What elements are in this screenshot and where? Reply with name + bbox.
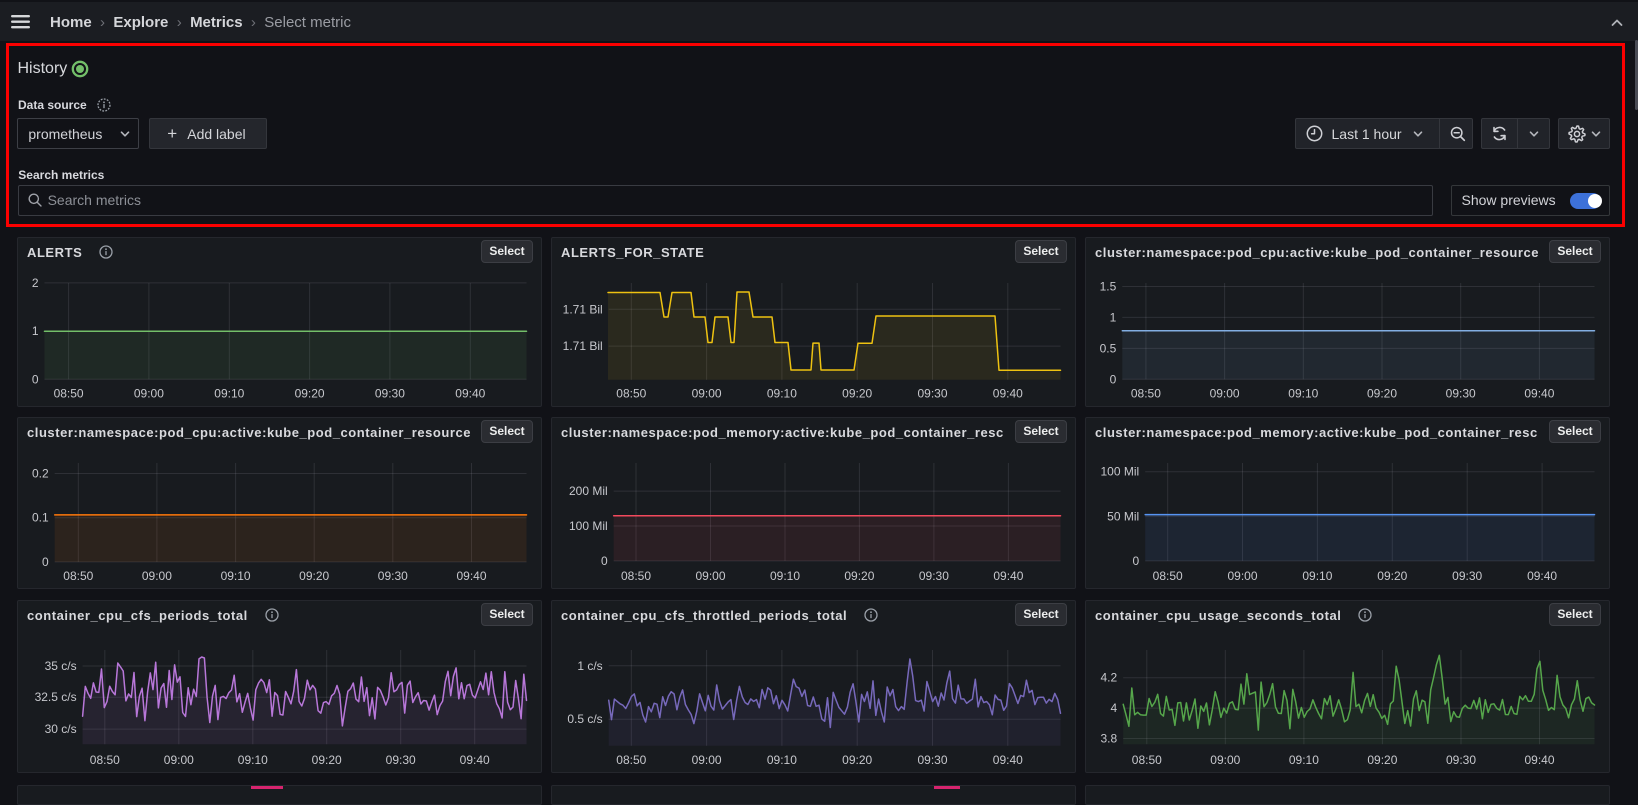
svg-text:09:20: 09:20: [295, 386, 325, 400]
svg-text:0: 0: [42, 554, 49, 568]
svg-text:09:00: 09:00: [1227, 569, 1257, 583]
svg-text:09:20: 09:20: [299, 569, 329, 583]
svg-text:09:10: 09:10: [1302, 569, 1332, 583]
svg-text:09:30: 09:30: [375, 386, 405, 400]
svg-text:09:10: 09:10: [1288, 386, 1318, 400]
svg-text:32.5 c/s: 32.5 c/s: [35, 690, 77, 704]
svg-text:4.2: 4.2: [1101, 670, 1118, 684]
svg-text:08:50: 08:50: [54, 386, 84, 400]
svg-text:09:10: 09:10: [767, 386, 797, 400]
svg-text:09:00: 09:00: [142, 569, 172, 583]
svg-text:09:30: 09:30: [386, 753, 416, 767]
svg-text:1: 1: [1110, 310, 1117, 324]
svg-text:1.71 Bil: 1.71 Bil: [563, 339, 603, 353]
svg-text:09:40: 09:40: [1524, 753, 1554, 767]
svg-text:09:30: 09:30: [1446, 753, 1476, 767]
svg-text:35 c/s: 35 c/s: [45, 659, 77, 673]
svg-text:09:20: 09:20: [1367, 386, 1397, 400]
svg-text:09:10: 09:10: [767, 753, 797, 767]
svg-text:30 c/s: 30 c/s: [45, 722, 77, 736]
svg-text:09:20: 09:20: [1367, 753, 1397, 767]
svg-text:09:30: 09:30: [1452, 569, 1482, 583]
svg-text:09:20: 09:20: [312, 753, 342, 767]
svg-text:1.71 Bil: 1.71 Bil: [563, 302, 603, 316]
svg-text:09:30: 09:30: [1446, 386, 1476, 400]
svg-text:09:10: 09:10: [221, 569, 251, 583]
svg-text:09:40: 09:40: [993, 386, 1023, 400]
svg-text:09:00: 09:00: [692, 386, 722, 400]
svg-text:100 Mil: 100 Mil: [1101, 464, 1140, 478]
svg-text:3.8: 3.8: [1101, 731, 1118, 745]
svg-text:4: 4: [1111, 701, 1118, 715]
svg-text:100 Mil: 100 Mil: [569, 519, 608, 533]
svg-text:09:10: 09:10: [238, 753, 268, 767]
svg-text:0.1: 0.1: [32, 510, 49, 524]
svg-text:0: 0: [32, 372, 39, 386]
svg-text:09:40: 09:40: [455, 386, 485, 400]
svg-text:08:50: 08:50: [1153, 569, 1183, 583]
svg-text:09:10: 09:10: [1289, 753, 1319, 767]
svg-text:08:50: 08:50: [616, 753, 646, 767]
svg-text:09:20: 09:20: [1377, 569, 1407, 583]
svg-text:09:00: 09:00: [1210, 753, 1240, 767]
svg-text:09:40: 09:40: [1524, 386, 1554, 400]
svg-text:08:50: 08:50: [616, 386, 646, 400]
svg-text:08:50: 08:50: [621, 569, 651, 583]
svg-text:09:40: 09:40: [460, 753, 490, 767]
svg-text:09:10: 09:10: [214, 386, 244, 400]
svg-text:1: 1: [32, 324, 39, 338]
svg-text:50 Mil: 50 Mil: [1107, 509, 1139, 523]
svg-text:09:00: 09:00: [695, 569, 725, 583]
svg-text:09:40: 09:40: [456, 569, 486, 583]
svg-text:09:20: 09:20: [844, 569, 874, 583]
svg-text:0.5: 0.5: [1100, 341, 1117, 355]
svg-text:09:00: 09:00: [692, 753, 722, 767]
svg-text:09:40: 09:40: [1527, 569, 1557, 583]
svg-text:09:30: 09:30: [919, 569, 949, 583]
svg-text:09:20: 09:20: [842, 753, 872, 767]
svg-text:0.2: 0.2: [32, 466, 49, 480]
svg-text:0.5 c/s: 0.5 c/s: [567, 712, 602, 726]
svg-text:09:40: 09:40: [993, 753, 1023, 767]
svg-text:2: 2: [32, 275, 39, 289]
svg-text:09:30: 09:30: [917, 753, 947, 767]
svg-text:08:50: 08:50: [90, 753, 120, 767]
svg-text:09:30: 09:30: [917, 386, 947, 400]
svg-text:09:00: 09:00: [164, 753, 194, 767]
svg-text:0: 0: [1133, 553, 1140, 567]
svg-text:200 Mil: 200 Mil: [569, 484, 608, 498]
svg-text:0: 0: [1110, 372, 1117, 386]
svg-text:08:50: 08:50: [1132, 753, 1162, 767]
svg-text:09:20: 09:20: [842, 386, 872, 400]
svg-text:09:30: 09:30: [378, 569, 408, 583]
svg-text:09:40: 09:40: [993, 569, 1023, 583]
svg-text:08:50: 08:50: [1131, 386, 1161, 400]
svg-text:1.5: 1.5: [1100, 279, 1117, 293]
svg-text:08:50: 08:50: [63, 569, 93, 583]
svg-text:09:00: 09:00: [134, 386, 164, 400]
svg-text:0: 0: [601, 553, 608, 567]
svg-text:1 c/s: 1 c/s: [577, 658, 602, 672]
svg-text:09:10: 09:10: [770, 569, 800, 583]
svg-text:09:00: 09:00: [1210, 386, 1240, 400]
